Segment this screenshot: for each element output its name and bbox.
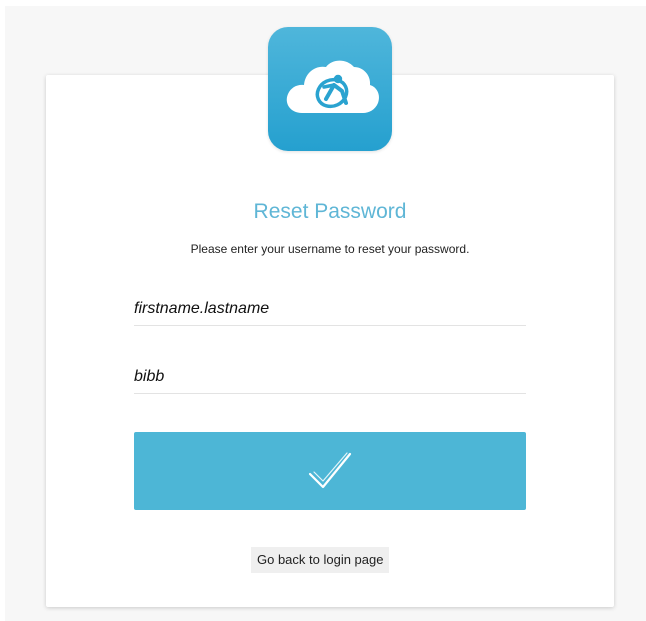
- reset-password-card: [46, 75, 614, 607]
- cloud-person-logo-icon: [286, 60, 380, 113]
- domain-field[interactable]: [134, 364, 526, 394]
- checkmark-icon: [308, 452, 352, 489]
- submit-button[interactable]: [134, 432, 526, 510]
- back-to-login-link[interactable]: Go back to login page: [251, 547, 390, 573]
- page-title: Reset Password: [253, 200, 407, 223]
- instruction-text: Please enter your username to reset your…: [190, 242, 470, 256]
- username-field[interactable]: [134, 296, 526, 326]
- app-logo: [268, 27, 392, 151]
